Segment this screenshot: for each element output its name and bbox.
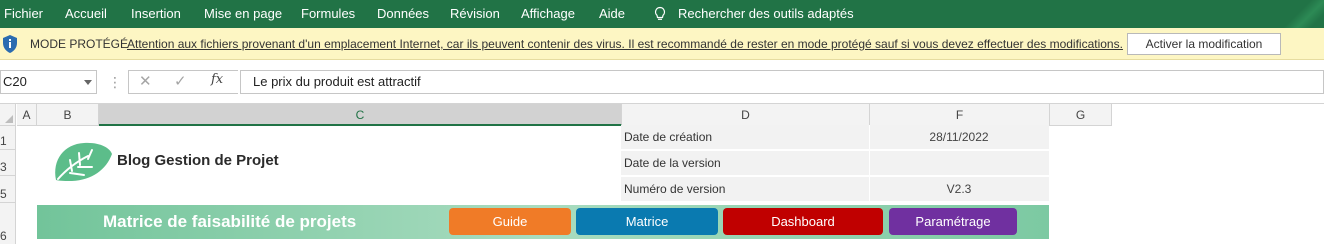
row-header-5[interactable]: 5 — [0, 176, 16, 203]
matrice-button[interactable]: Matrice — [576, 208, 718, 235]
dashboard-button[interactable]: Dashboard — [723, 208, 883, 235]
info-row-version-number: Numéro de version V2.3 — [621, 177, 1049, 202]
column-header-d[interactable]: D — [622, 104, 870, 126]
title-banner: Matrice de faisabilité de projets Guide … — [37, 205, 1049, 239]
name-box-value: C20 — [3, 74, 27, 89]
row-header-1[interactable]: 1 — [0, 126, 16, 150]
leaf-logo-icon — [55, 142, 112, 181]
tab-formules[interactable]: Formules — [301, 0, 355, 28]
row-header-3[interactable]: 3 — [0, 150, 16, 176]
search-tools-label[interactable]: Rechercher des outils adaptés — [678, 0, 854, 28]
info-label: Date de la version — [624, 156, 721, 170]
parametrage-button[interactable]: Paramétrage — [889, 208, 1017, 235]
protected-view-bar: MODE PROTÉGÉ Attention aux fichiers prov… — [0, 28, 1324, 60]
info-label: Date de création — [624, 130, 713, 144]
ribbon-tab-bar: Fichier Accueil Insertion Mise en page F… — [0, 0, 1324, 28]
chevron-down-icon[interactable] — [84, 80, 92, 85]
more-options-icon[interactable]: ⋮ — [108, 72, 122, 92]
tab-insertion[interactable]: Insertion — [131, 0, 181, 28]
tab-aide[interactable]: Aide — [599, 0, 625, 28]
formula-bar: C20 ⋮ ✕ ✓ fx Le prix du produit est attr… — [0, 60, 1324, 104]
column-header-g[interactable]: G — [1050, 104, 1112, 126]
enable-editing-button[interactable]: Activer la modification — [1127, 33, 1281, 55]
tab-donnees[interactable]: Données — [377, 0, 429, 28]
tab-mise-en-page[interactable]: Mise en page — [204, 0, 282, 28]
tab-fichier[interactable]: Fichier — [4, 0, 43, 28]
column-header-c[interactable]: C — [99, 104, 622, 126]
column-header-b[interactable]: B — [37, 104, 99, 126]
ribbon-decoration — [1284, 0, 1324, 28]
page-title: Matrice de faisabilité de projets — [103, 212, 357, 231]
name-box[interactable]: C20 — [0, 70, 97, 94]
info-row-version-date: Date de la version — [621, 151, 1049, 176]
column-header-a[interactable]: A — [17, 104, 37, 126]
select-all-corner[interactable] — [0, 104, 16, 126]
shield-info-icon — [3, 35, 17, 53]
tab-accueil[interactable]: Accueil — [65, 0, 107, 28]
info-row-creation-date: Date de création 28/11/2022 — [621, 125, 1049, 150]
row-header-6[interactable]: 6 — [0, 203, 16, 244]
cancel-icon[interactable]: ✕ — [139, 73, 152, 91]
info-value[interactable]: 28/11/2022 — [869, 125, 1049, 150]
guide-button[interactable]: Guide — [449, 208, 571, 235]
column-header-f[interactable]: F — [870, 104, 1050, 126]
enter-check-icon[interactable]: ✓ — [174, 73, 187, 91]
logo-title: Blog Gestion de Projet — [117, 152, 279, 169]
sheet-outside-area — [1112, 104, 1324, 244]
info-value[interactable]: V2.3 — [869, 177, 1049, 202]
tab-revision[interactable]: Révision — [450, 0, 500, 28]
insert-function-icon[interactable]: fx — [211, 72, 223, 87]
info-label: Numéro de version — [624, 182, 726, 196]
lightbulb-icon[interactable] — [652, 6, 668, 22]
protected-mode-message[interactable]: Attention aux fichiers provenant d'un em… — [127, 28, 1123, 60]
tab-affichage[interactable]: Affichage — [521, 0, 575, 28]
protected-mode-label: MODE PROTÉGÉ — [30, 37, 129, 51]
formula-input[interactable]: Le prix du produit est attractif — [240, 70, 1324, 94]
